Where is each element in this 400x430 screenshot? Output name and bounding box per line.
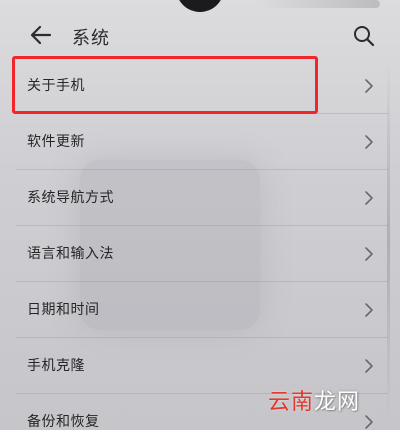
status-bar: [260, 0, 380, 8]
camera-notch: [176, 0, 224, 12]
chevron-right-icon: [365, 303, 373, 317]
chevron-right-icon: [365, 415, 373, 429]
list-item-language-input[interactable]: 语言和输入法: [16, 226, 388, 282]
watermark: 云南龙网: [268, 384, 360, 416]
chevron-right-icon: [365, 79, 373, 93]
page-title: 系统: [72, 28, 110, 49]
list-item-label: 日期和时间: [27, 302, 100, 318]
search-icon[interactable]: [352, 24, 376, 48]
arrow-left-icon[interactable]: [28, 22, 54, 48]
chevron-right-icon: [365, 359, 373, 373]
watermark-red: 云南: [268, 390, 315, 415]
chevron-right-icon: [365, 135, 373, 149]
list-item-date-time[interactable]: 日期和时间: [16, 282, 388, 338]
list-item-label: 手机克隆: [27, 358, 85, 374]
list-item-software-update[interactable]: 软件更新: [16, 114, 388, 170]
list-item-navigation[interactable]: 系统导航方式: [16, 170, 388, 226]
list-item-label: 语言和输入法: [27, 246, 114, 262]
scroll-edge: [387, 60, 390, 420]
watermark-white: 龙网: [314, 390, 361, 415]
list-item-label: 备份和恢复: [27, 414, 100, 430]
header: 系统: [0, 16, 400, 56]
list-item-label: 软件更新: [27, 134, 85, 150]
list-item-label: 系统导航方式: [27, 190, 114, 206]
highlight-box: [12, 56, 318, 114]
chevron-right-icon: [365, 247, 373, 261]
chevron-right-icon: [365, 191, 373, 205]
phone-screen: 系统 关于手机 软件更新 系统导航方式 语言和输入法 日期和时间 手机克隆 备份…: [0, 0, 400, 430]
